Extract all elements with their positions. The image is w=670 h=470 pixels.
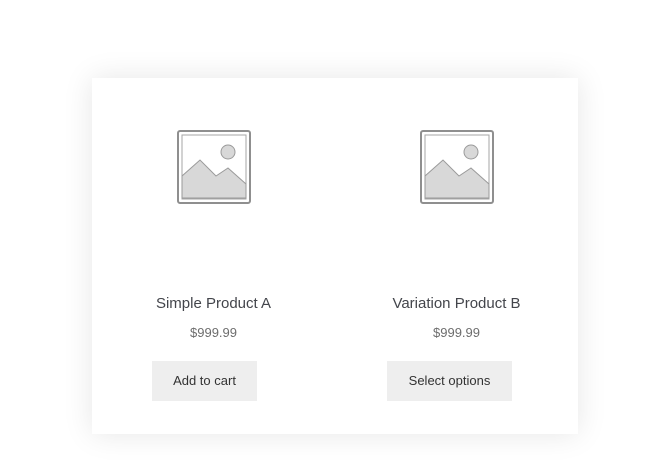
page: Simple Product A $999.99 Add to cart Var…	[0, 0, 670, 470]
product-card: Simple Product A $999.99 Add to cart	[92, 78, 335, 434]
product-price: $999.99	[190, 325, 237, 340]
image-placeholder-icon	[176, 130, 251, 204]
product-title[interactable]: Simple Product A	[92, 295, 335, 313]
product-image-link[interactable]	[172, 126, 256, 210]
select-options-button[interactable]: Select options	[387, 361, 512, 401]
product-price: $999.99	[433, 325, 480, 340]
product-image-link[interactable]	[415, 126, 499, 210]
product-grid: Simple Product A $999.99 Add to cart Var…	[92, 78, 578, 434]
product-card: Variation Product B $999.99 Select optio…	[335, 78, 578, 434]
product-title[interactable]: Variation Product B	[335, 295, 578, 313]
image-placeholder-icon	[419, 130, 494, 204]
add-to-cart-button[interactable]: Add to cart	[152, 361, 257, 401]
